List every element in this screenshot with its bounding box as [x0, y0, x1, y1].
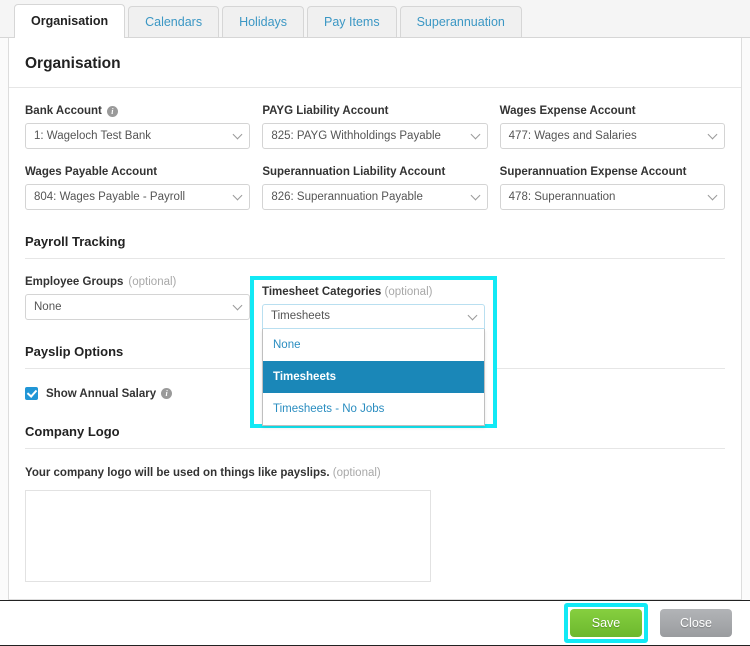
- wages-payable-select[interactable]: 804: Wages Payable - Payroll: [25, 184, 251, 210]
- timesheet-categories-field: Timesheet Categories (optional) Timeshee…: [254, 280, 493, 426]
- chevron-down-icon: [470, 190, 481, 201]
- close-button[interactable]: Close: [660, 609, 732, 637]
- section-payroll-tracking-heading: Payroll Tracking: [25, 234, 126, 249]
- chevron-down-icon: [470, 129, 481, 140]
- wages-expense-select[interactable]: 477: Wages and Salaries: [499, 123, 725, 149]
- field-super-expense-label: Superannuation Expense Account: [500, 166, 725, 178]
- field-super-expense-account: Superannuation Expense Account 478: Supe…: [499, 166, 725, 210]
- payg-liability-value: 825: PAYG Withholdings Payable: [271, 130, 441, 142]
- super-expense-value: 478: Superannuation: [508, 191, 616, 203]
- info-icon[interactable]: i: [106, 105, 118, 117]
- employee-groups-value: None: [34, 301, 62, 313]
- field-wages-expense-account: Wages Expense Account 477: Wages and Sal…: [499, 105, 725, 149]
- super-liability-label-text: Superannuation Liability Account: [262, 166, 446, 178]
- field-employee-groups-label: Employee Groups (optional): [25, 276, 250, 288]
- tab-superannuation-label: Superannuation: [416, 15, 505, 29]
- timesheet-categories-value: Timesheets: [271, 310, 331, 322]
- wages-payable-label-text: Wages Payable Account: [25, 166, 158, 178]
- company-logo-divider: [25, 448, 725, 449]
- info-icon[interactable]: i: [161, 388, 173, 399]
- show-annual-salary-label-text: Show Annual Salary: [46, 387, 157, 400]
- tab-bar: Organisation Calendars Holidays Pay Item…: [0, 0, 750, 38]
- show-annual-salary-label: Show Annual Salary i: [46, 387, 173, 400]
- footer-action-bar: Save Close: [0, 600, 750, 646]
- field-payroll-tracking-spacer: [500, 276, 725, 320]
- field-wages-payable-label: Wages Payable Account: [25, 166, 250, 178]
- tab-calendars[interactable]: Calendars: [128, 6, 220, 37]
- timesheet-categories-highlight: Timesheet Categories (optional) Timeshee…: [250, 276, 497, 428]
- field-employee-groups: Employee Groups (optional) None: [25, 276, 251, 320]
- field-super-liability-account: Superannuation Liability Account 826: Su…: [262, 166, 488, 210]
- page-right-margin: [742, 38, 750, 600]
- tab-organisation-label: Organisation: [31, 14, 109, 28]
- field-super-liability-label: Superannuation Liability Account: [262, 166, 487, 178]
- chevron-down-icon: [232, 300, 243, 311]
- payg-liability-select[interactable]: 825: PAYG Withholdings Payable: [262, 123, 488, 149]
- super-liability-value: 826: Superannuation Payable: [271, 191, 423, 203]
- accounts-row-1: Bank Account i 1: Wageloch Test Bank PAY…: [25, 105, 725, 149]
- timesheet-categories-label-text: Timesheet Categories: [262, 286, 382, 298]
- wages-payable-value: 804: Wages Payable - Payroll: [34, 191, 186, 203]
- tab-calendars-label: Calendars: [145, 15, 203, 29]
- timesheet-categories-label: Timesheet Categories (optional): [262, 286, 485, 298]
- timesheet-categories-option-list: None Timesheets Timesheets - No Jobs: [262, 329, 485, 426]
- show-annual-salary-checkbox[interactable]: [25, 387, 38, 400]
- timesheet-categories-optional: (optional): [384, 286, 433, 298]
- tab-organisation[interactable]: Organisation: [14, 4, 126, 38]
- company-logo-description-text: Your company logo will be used on things…: [25, 467, 330, 479]
- payg-liability-label-text: PAYG Liability Account: [262, 105, 389, 117]
- timesheet-categories-select[interactable]: Timesheets: [262, 304, 485, 329]
- chevron-down-icon: [467, 310, 478, 321]
- super-expense-select[interactable]: 478: Superannuation: [499, 184, 725, 210]
- super-expense-label-text: Superannuation Expense Account: [499, 166, 687, 178]
- super-liability-select[interactable]: 826: Superannuation Payable: [262, 184, 488, 210]
- employee-groups-select[interactable]: None: [25, 294, 251, 320]
- wages-expense-value: 477: Wages and Salaries: [508, 130, 637, 142]
- option-none[interactable]: None: [263, 329, 484, 361]
- accounts-row-2: Wages Payable Account 804: Wages Payable…: [25, 166, 725, 210]
- employee-groups-label-text: Employee Groups: [25, 276, 124, 288]
- save-button[interactable]: Save: [570, 609, 642, 637]
- page-title: Organisation: [25, 55, 121, 72]
- payroll-tracking-divider: [25, 258, 725, 259]
- company-logo-dropzone[interactable]: [25, 490, 431, 582]
- field-bank-account-label: Bank Account i: [25, 105, 250, 117]
- option-none-label: None: [273, 339, 301, 351]
- tab-holidays-label: Holidays: [239, 15, 288, 29]
- bank-account-select[interactable]: 1: Wageloch Test Bank: [25, 123, 251, 149]
- save-button-highlight: Save: [564, 603, 648, 643]
- chevron-down-icon: [707, 129, 718, 140]
- bank-account-label-text: Bank Account: [25, 105, 102, 117]
- field-wages-expense-label: Wages Expense Account: [500, 105, 725, 117]
- chevron-down-icon: [707, 190, 718, 201]
- option-timesheets-no-jobs[interactable]: Timesheets - No Jobs: [263, 393, 484, 425]
- wages-expense-label-text: Wages Expense Account: [499, 105, 636, 117]
- title-divider: [9, 87, 741, 88]
- tab-superannuation[interactable]: Superannuation: [399, 6, 522, 37]
- employee-groups-optional: (optional): [128, 276, 177, 288]
- company-logo-optional: (optional): [332, 467, 381, 479]
- field-bank-account: Bank Account i 1: Wageloch Test Bank: [25, 105, 251, 149]
- organisation-settings-page: Organisation Calendars Holidays Pay Item…: [0, 0, 750, 646]
- field-payg-liability-label: PAYG Liability Account: [262, 105, 487, 117]
- chevron-down-icon: [232, 129, 243, 140]
- option-timesheets-no-jobs-label: Timesheets - No Jobs: [273, 403, 385, 415]
- tab-pay-items[interactable]: Pay Items: [307, 6, 397, 37]
- tab-pay-items-label: Pay Items: [324, 15, 380, 29]
- chevron-down-icon: [232, 190, 243, 201]
- field-wages-payable-account: Wages Payable Account 804: Wages Payable…: [25, 166, 251, 210]
- company-logo-description: Your company logo will be used on things…: [25, 467, 725, 479]
- tab-holidays[interactable]: Holidays: [222, 6, 305, 37]
- option-timesheets-label: Timesheets: [273, 371, 337, 383]
- bank-account-value: 1: Wageloch Test Bank: [34, 130, 151, 142]
- field-payg-liability-account: PAYG Liability Account 825: PAYG Withhol…: [262, 105, 488, 149]
- option-timesheets[interactable]: Timesheets: [263, 361, 484, 393]
